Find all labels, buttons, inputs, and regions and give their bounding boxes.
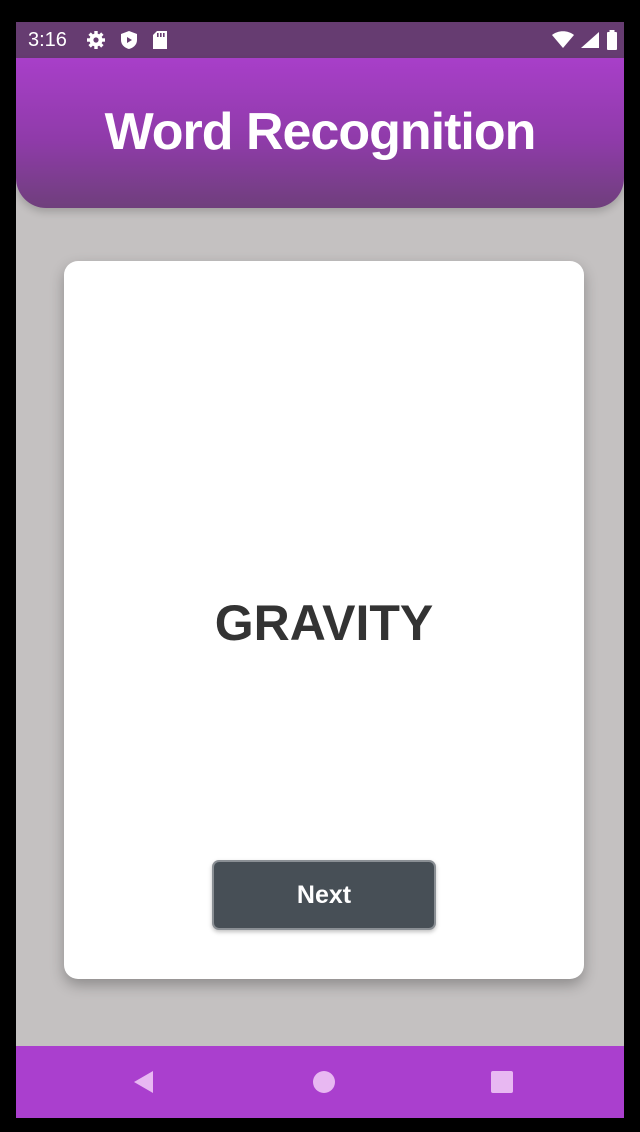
- signal-icon: [580, 31, 600, 54]
- shield-icon: [120, 30, 138, 55]
- status-left-icons: [86, 30, 168, 55]
- back-icon[interactable]: [130, 1068, 158, 1096]
- navigation-bar: [16, 1046, 624, 1118]
- status-time: 3:16: [28, 29, 67, 51]
- word-display: GRAVITY: [214, 595, 434, 651]
- app-header: Word Recognition: [16, 58, 624, 208]
- recents-icon[interactable]: [488, 1068, 516, 1096]
- device-screen: 3:16 Word Recognition GRAVITY Next: [16, 22, 624, 1118]
- word-card: GRAVITY Next: [64, 261, 584, 979]
- home-icon[interactable]: [310, 1068, 338, 1096]
- next-button[interactable]: Next: [212, 860, 436, 930]
- status-bar: 3:16: [16, 22, 624, 58]
- status-right-icons: [552, 30, 618, 55]
- sd-card-icon: [152, 30, 168, 55]
- gear-icon: [86, 30, 106, 55]
- app-title: Word Recognition: [104, 103, 537, 161]
- battery-icon: [606, 30, 618, 55]
- wifi-icon: [552, 31, 574, 54]
